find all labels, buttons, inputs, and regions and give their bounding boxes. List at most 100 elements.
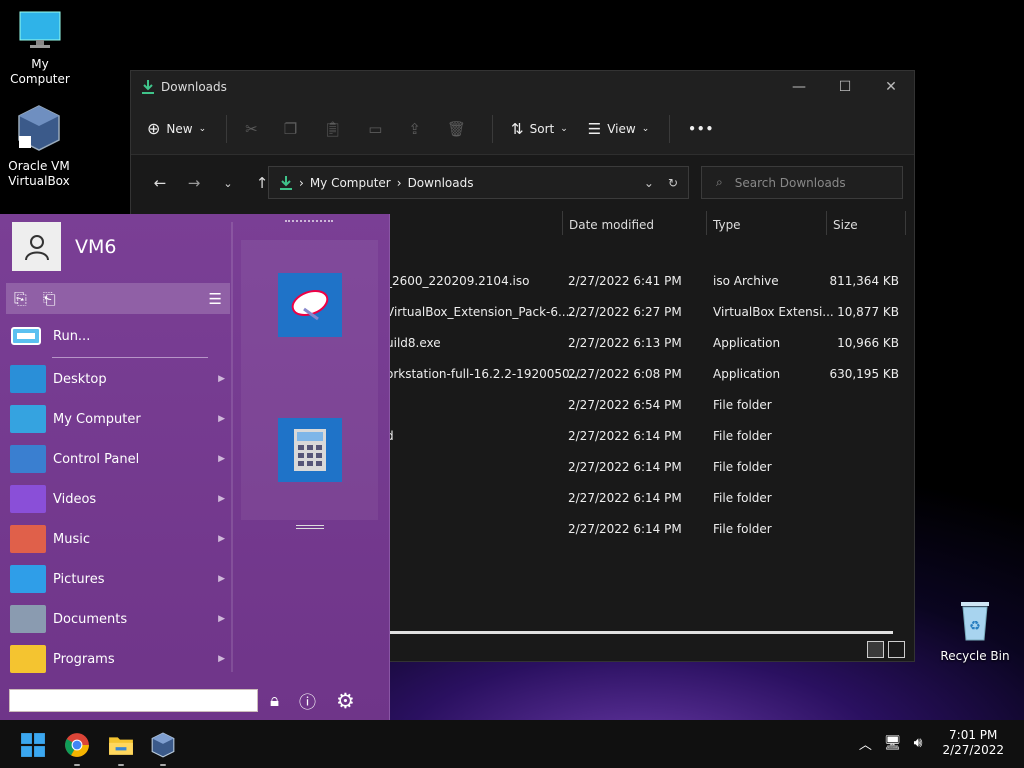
- forward-button[interactable]: →: [177, 174, 211, 192]
- windows-start-icon[interactable]: [20, 732, 46, 758]
- menu-item-my-computer[interactable]: My Computer ▶: [10, 401, 225, 437]
- settings-panel-icon[interactable]: ☰: [209, 290, 222, 308]
- file-name: orkstation-full-16.2.2-1920050...: [386, 367, 582, 381]
- videos-icon: [10, 485, 46, 513]
- window-title: Downloads: [161, 80, 227, 94]
- address-bar[interactable]: › My Computer › Downloads ⌄ ↻: [268, 166, 689, 199]
- sort-button[interactable]: ⇅ Sort ⌄: [511, 120, 568, 138]
- lock-icon[interactable]: 🔒︎: [270, 691, 279, 711]
- refresh-icon[interactable]: ↻: [668, 176, 678, 190]
- column-divider: [562, 211, 563, 235]
- delete-button[interactable]: 🗑︎: [447, 120, 466, 138]
- share-button[interactable]: ⇪: [408, 120, 421, 138]
- file-type: File folder: [713, 522, 772, 536]
- file-date: 2/27/2022 6:54 PM: [568, 398, 682, 412]
- maximize-button[interactable]: ☐: [822, 71, 868, 103]
- search-icon: ⌕: [716, 175, 723, 189]
- menu-item-videos[interactable]: Videos ▶: [10, 481, 225, 517]
- control-panel-icon: [10, 445, 46, 473]
- chevron-right-icon: ▶: [218, 654, 225, 664]
- file-date: 2/27/2022 6:14 PM: [568, 429, 682, 443]
- info-icon[interactable]: ⓘ: [299, 688, 316, 713]
- documents-icon: [10, 605, 46, 633]
- column-divider: [706, 211, 707, 235]
- menu-item-control-panel[interactable]: Control Panel ▶: [10, 441, 225, 477]
- file-type: VirtualBox Extensi...: [713, 305, 834, 319]
- running-indicator: [118, 764, 124, 766]
- user-icon: [24, 234, 49, 260]
- folder-icon: [10, 645, 46, 673]
- svg-text:♻: ♻: [969, 619, 981, 634]
- tiles-view-icon[interactable]: [888, 641, 905, 658]
- menu-divider: [52, 357, 208, 358]
- start-search-input[interactable]: [9, 689, 258, 712]
- menu-item-label: Pictures: [53, 571, 105, 587]
- file-size: 10,966 KB: [837, 336, 899, 350]
- column-size[interactable]: Size: [833, 218, 858, 232]
- rename-button[interactable]: ▭: [368, 120, 382, 138]
- satellite-dish-icon: [291, 289, 329, 321]
- chrome-icon[interactable]: [64, 732, 90, 758]
- chevron-right-icon: ▶: [218, 534, 225, 544]
- column-type[interactable]: Type: [713, 218, 741, 232]
- pin-add-icon[interactable]: ⎘: [14, 289, 27, 309]
- breadcrumb-my-computer[interactable]: My Computer: [310, 176, 391, 190]
- close-button[interactable]: ✕: [868, 71, 914, 103]
- menu-item-desktop[interactable]: Desktop ▶: [10, 361, 225, 397]
- pin-remove-icon[interactable]: ⎗: [43, 289, 56, 309]
- chevron-right-icon: ▶: [218, 614, 225, 624]
- menu-item-documents[interactable]: Documents ▶: [10, 601, 225, 637]
- tiles-resize-grip[interactable]: [296, 525, 324, 529]
- taskbar: ︿ 🖥︎ 🔊︎ 7:01 PM 2/27/2022: [0, 720, 1024, 768]
- file-explorer-icon[interactable]: [108, 732, 134, 758]
- cut-button[interactable]: ✂: [245, 120, 258, 138]
- network-icon[interactable]: 🖥︎: [884, 735, 902, 751]
- search-box[interactable]: ⌕ Search Downloads: [701, 166, 903, 199]
- file-name: VirtualBox_Extension_Pack-6....: [386, 305, 574, 319]
- chevron-up-icon[interactable]: ︿: [859, 734, 872, 753]
- tile-snipping-tool[interactable]: [278, 273, 342, 337]
- address-dropdown-icon[interactable]: ⌄: [644, 176, 654, 190]
- user-profile[interactable]: VM6: [12, 222, 116, 271]
- title-bar[interactable]: Downloads — ☐ ✕: [131, 71, 914, 103]
- desktop-icon-virtualbox[interactable]: Oracle VM VirtualBox: [0, 104, 78, 189]
- view-list-icon: ☰: [587, 119, 602, 138]
- desktop-icon-my-computer[interactable]: My Computer: [0, 10, 80, 87]
- file-date: 2/27/2022 6:13 PM: [568, 336, 682, 350]
- column-divider: [826, 211, 827, 235]
- view-button[interactable]: ☰ View ⌄: [588, 120, 649, 138]
- menu-item-pictures[interactable]: Pictures ▶: [10, 561, 225, 597]
- monitor-icon: [19, 11, 61, 48]
- new-button[interactable]: ⊕ New ⌄: [147, 119, 206, 138]
- details-view-icon[interactable]: [867, 641, 884, 658]
- virtualbox-icon[interactable]: [150, 732, 176, 758]
- gear-icon[interactable]: ⚙: [336, 689, 355, 713]
- download-icon: [280, 175, 292, 190]
- avatar[interactable]: [12, 222, 61, 271]
- clock-time: 7:01 PM: [949, 728, 998, 742]
- run-item[interactable]: Run...: [10, 318, 225, 354]
- paste-button[interactable]: 📋︎: [323, 120, 342, 138]
- more-options-button[interactable]: •••: [688, 122, 714, 136]
- running-indicator: [160, 764, 166, 766]
- breadcrumb-downloads[interactable]: Downloads: [408, 176, 474, 190]
- menu-item-programs[interactable]: Programs ▶: [10, 641, 225, 677]
- minimize-button[interactable]: —: [776, 71, 822, 103]
- start-menu: VM6 ⎘ ⎗ ☰ Run... Desktop ▶ My Computer ▶ C…: [0, 214, 390, 720]
- column-date-modified[interactable]: Date modified: [569, 218, 654, 232]
- sort-label: Sort: [529, 121, 555, 136]
- desktop-icon-recycle-bin[interactable]: ♻ Recycle Bin: [935, 598, 1015, 664]
- drag-grip[interactable]: [285, 220, 333, 222]
- clock[interactable]: 7:01 PM 2/27/2022: [942, 728, 1004, 758]
- speaker-icon[interactable]: 🔊︎: [914, 735, 923, 751]
- chevron-right-icon: ▶: [218, 454, 225, 464]
- menu-item-label: Videos: [53, 491, 97, 507]
- trash-icon: 🗑︎: [446, 119, 467, 138]
- tile-calculator[interactable]: [278, 418, 342, 482]
- menu-item-music[interactable]: Music ▶: [10, 521, 225, 557]
- recent-locations-button[interactable]: ⌄: [211, 177, 245, 190]
- desktop-icon-label: My Computer: [10, 57, 70, 86]
- back-button[interactable]: ←: [143, 174, 177, 192]
- copy-button[interactable]: ❐: [284, 120, 297, 138]
- chevron-right-icon: ›: [396, 175, 402, 190]
